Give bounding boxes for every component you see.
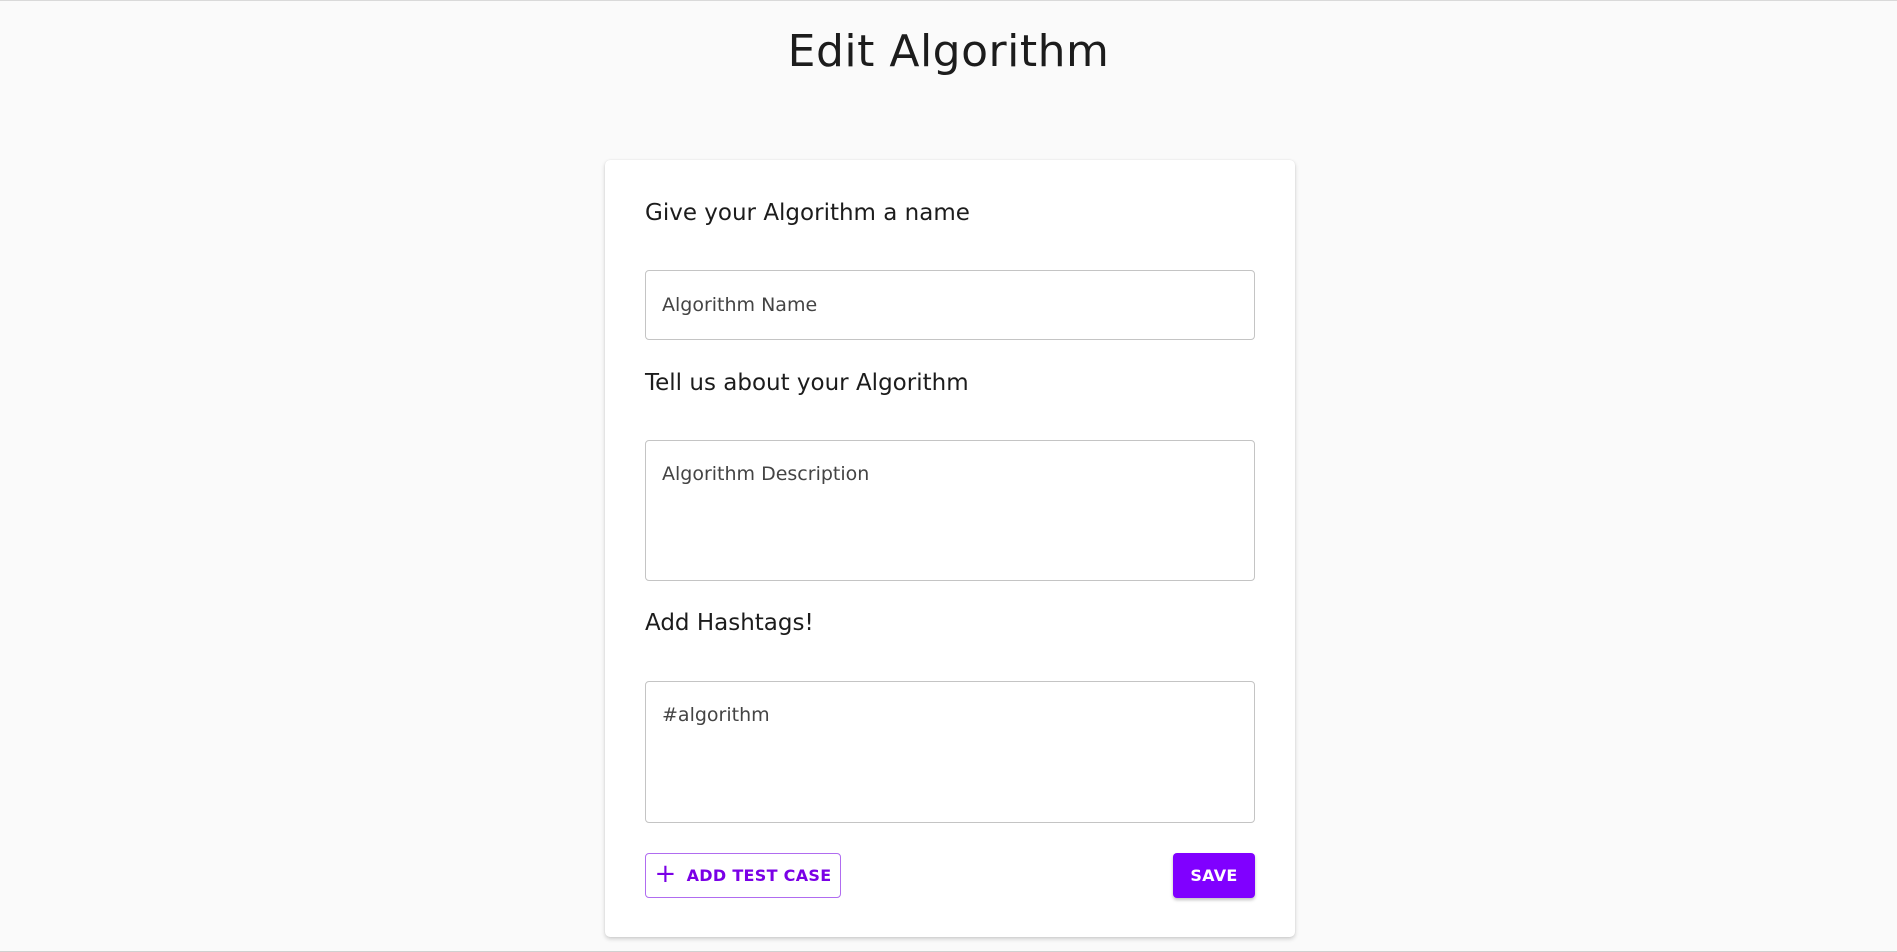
name-section-label: Give your Algorithm a name [645, 200, 970, 226]
hashtags-section-label: Add Hashtags! [645, 610, 814, 636]
hashtags-input[interactable] [645, 681, 1255, 823]
page-title: Edit Algorithm [787, 26, 1110, 77]
add-test-case-button[interactable]: + ADD TEST CASE [645, 853, 841, 898]
description-section-label: Tell us about your Algorithm [645, 370, 969, 396]
algorithm-description-input[interactable] [645, 440, 1255, 581]
algorithm-name-input[interactable] [645, 270, 1255, 340]
save-button[interactable]: SAVE [1173, 853, 1255, 898]
add-test-case-label: ADD TEST CASE [686, 866, 832, 885]
top-divider [0, 0, 1897, 1]
edit-algorithm-form-card: Give your Algorithm a name Tell us about… [605, 160, 1295, 937]
plus-icon: + [654, 859, 677, 889]
